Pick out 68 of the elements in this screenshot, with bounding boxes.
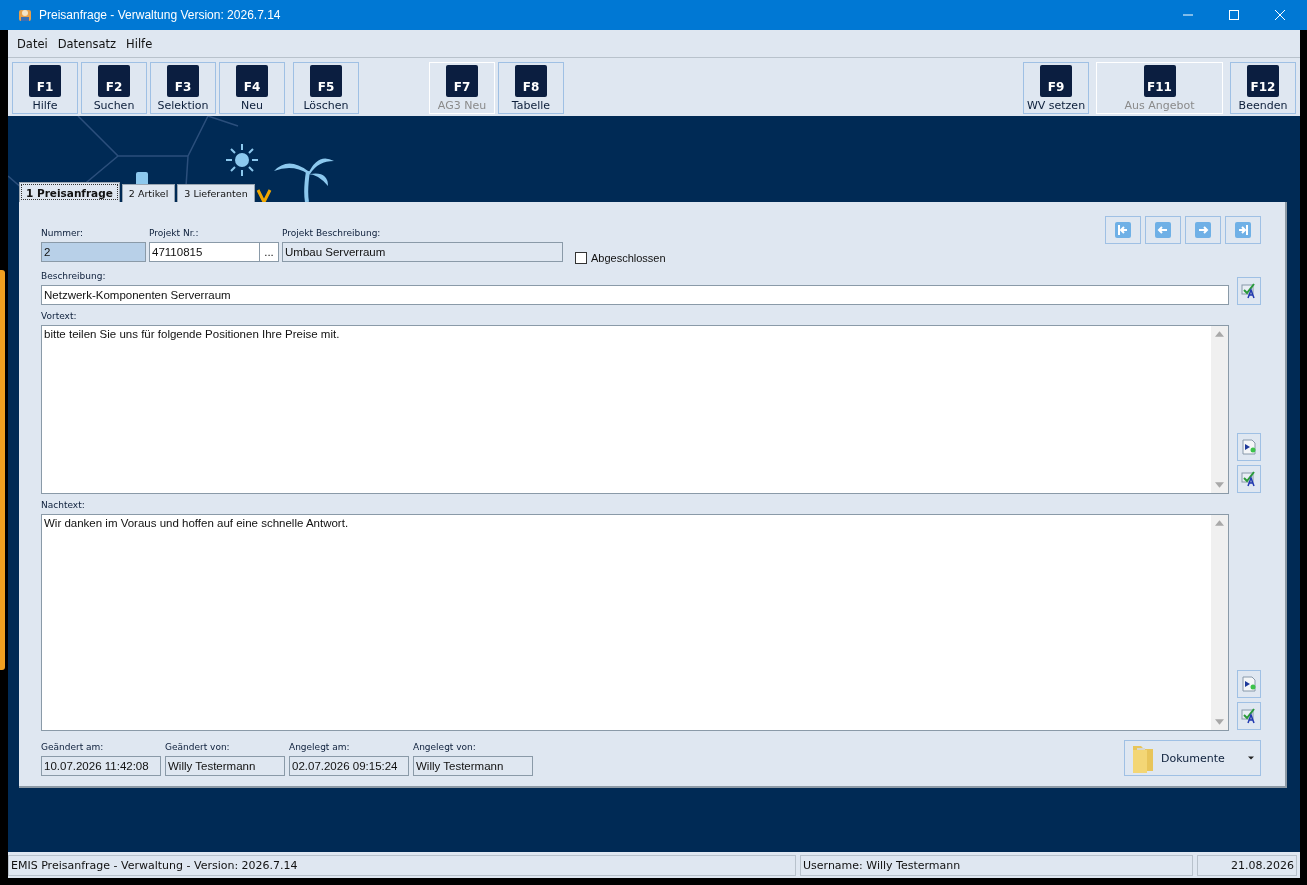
input-field[interactable]: 10.07.2026 11:42:08 [41, 756, 161, 776]
next-record-button[interactable] [1185, 216, 1221, 244]
menu-item[interactable]: Datensatz [57, 36, 117, 51]
input-field[interactable]: Umbau Serverraum [282, 242, 563, 262]
caret-icon [1248, 756, 1254, 760]
scroll-up-icon[interactable] [1215, 331, 1224, 337]
field-label: Projekt Nr.: [149, 228, 199, 239]
insert-text-button[interactable] [1237, 433, 1261, 461]
checkbox-label: Abgeschlossen [591, 252, 666, 264]
prev-record-button[interactable] [1145, 216, 1181, 244]
toolbar-button[interactable]: F4 Neu [219, 62, 285, 114]
spellcheck-button[interactable] [1237, 465, 1261, 493]
spellcheck-icon [1241, 471, 1257, 487]
insert-text-button[interactable] [1237, 670, 1261, 698]
status-bar-field: Username: Willy Testermann [800, 855, 1193, 876]
document-play-icon [1241, 676, 1257, 692]
documents-button[interactable]: Dokumente [1124, 740, 1261, 776]
scroll-down-icon[interactable] [1215, 719, 1224, 725]
field-label: Angelegt am: [289, 742, 350, 753]
lookup-button[interactable]: ... [260, 242, 279, 262]
close-icon[interactable] [1275, 10, 1285, 20]
arrow-to-bar-icon [1235, 222, 1251, 238]
checkbox[interactable] [575, 252, 587, 264]
status-bar-field: EMIS Preisanfrage - Verwaltung - Version: 2026.7.14 [8, 855, 796, 876]
field-label: Projekt Beschreibung: [282, 228, 381, 239]
scrollbar[interactable] [1211, 515, 1228, 730]
menu-item[interactable]: Datei [17, 36, 48, 51]
arrow-to-bar-icon [1115, 222, 1131, 238]
toolbar-button[interactable]: F1 Hilfe [12, 62, 78, 114]
field-label: Nachtext: [41, 500, 86, 511]
scrollbar[interactable] [1211, 326, 1228, 493]
scroll-up-icon[interactable] [1215, 520, 1224, 526]
first-record-button[interactable] [1105, 216, 1141, 244]
status-bar-field: 21.08.2026 [1197, 855, 1297, 876]
menu-item[interactable]: Hilfe [126, 36, 153, 51]
toolbar-button[interactable]: F9 WV setzen [1023, 62, 1089, 114]
app-icon [17, 7, 33, 23]
last-record-button[interactable] [1225, 216, 1261, 244]
document-play-icon [1241, 439, 1257, 455]
spellcheck-button[interactable] [1237, 702, 1261, 730]
text-area[interactable]: bitte teilen Sie uns für folgende Positionen Ihre Preise mit. [41, 325, 1229, 494]
field-label: Nummer: [41, 228, 84, 239]
input-field[interactable]: Netzwerk-Komponenten Serverraum [41, 285, 1229, 305]
tab[interactable]: 2 Artikel [121, 184, 176, 202]
toolbar-button[interactable]: F2 Suchen [81, 62, 147, 114]
toolbar-button[interactable]: F12 Beenden [1230, 62, 1296, 114]
field-label: Angelegt von: [413, 742, 476, 753]
input-field[interactable]: Willy Testermann [165, 756, 285, 776]
text-area[interactable]: Wir danken im Voraus und hoffen auf eine schnelle Antwort. [41, 514, 1229, 731]
toolbar-button[interactable]: F3 Selektion [150, 62, 216, 114]
toolbar-button[interactable]: F5 Löschen [293, 62, 359, 114]
input-field[interactable]: Willy Testermann [413, 756, 533, 776]
input-field[interactable]: 02.07.2026 09:15:24 [289, 756, 409, 776]
spellcheck-icon [1241, 283, 1257, 299]
spellcheck-button[interactable] [1237, 277, 1261, 305]
field-label: Beschreibung: [41, 271, 107, 282]
spellcheck-icon [1241, 708, 1257, 724]
field-label: Geändert am: [41, 742, 104, 753]
tab[interactable]: 3 Lieferanten [177, 184, 255, 202]
maximize-icon[interactable] [1229, 10, 1239, 20]
scroll-down-icon[interactable] [1215, 482, 1224, 488]
input-field[interactable]: 47110815 [149, 242, 260, 262]
toolbar-button[interactable]: F8 Tabelle [498, 62, 564, 114]
field-label: Vortext: [41, 311, 78, 322]
tab[interactable]: 1 Preisanfrage [19, 182, 120, 202]
input-field[interactable]: 2 [41, 242, 146, 262]
field-label: Geändert von: [165, 742, 230, 753]
window-title: Preisanfrage - Verwaltung Version: 2026.7.14 [39, 8, 281, 22]
